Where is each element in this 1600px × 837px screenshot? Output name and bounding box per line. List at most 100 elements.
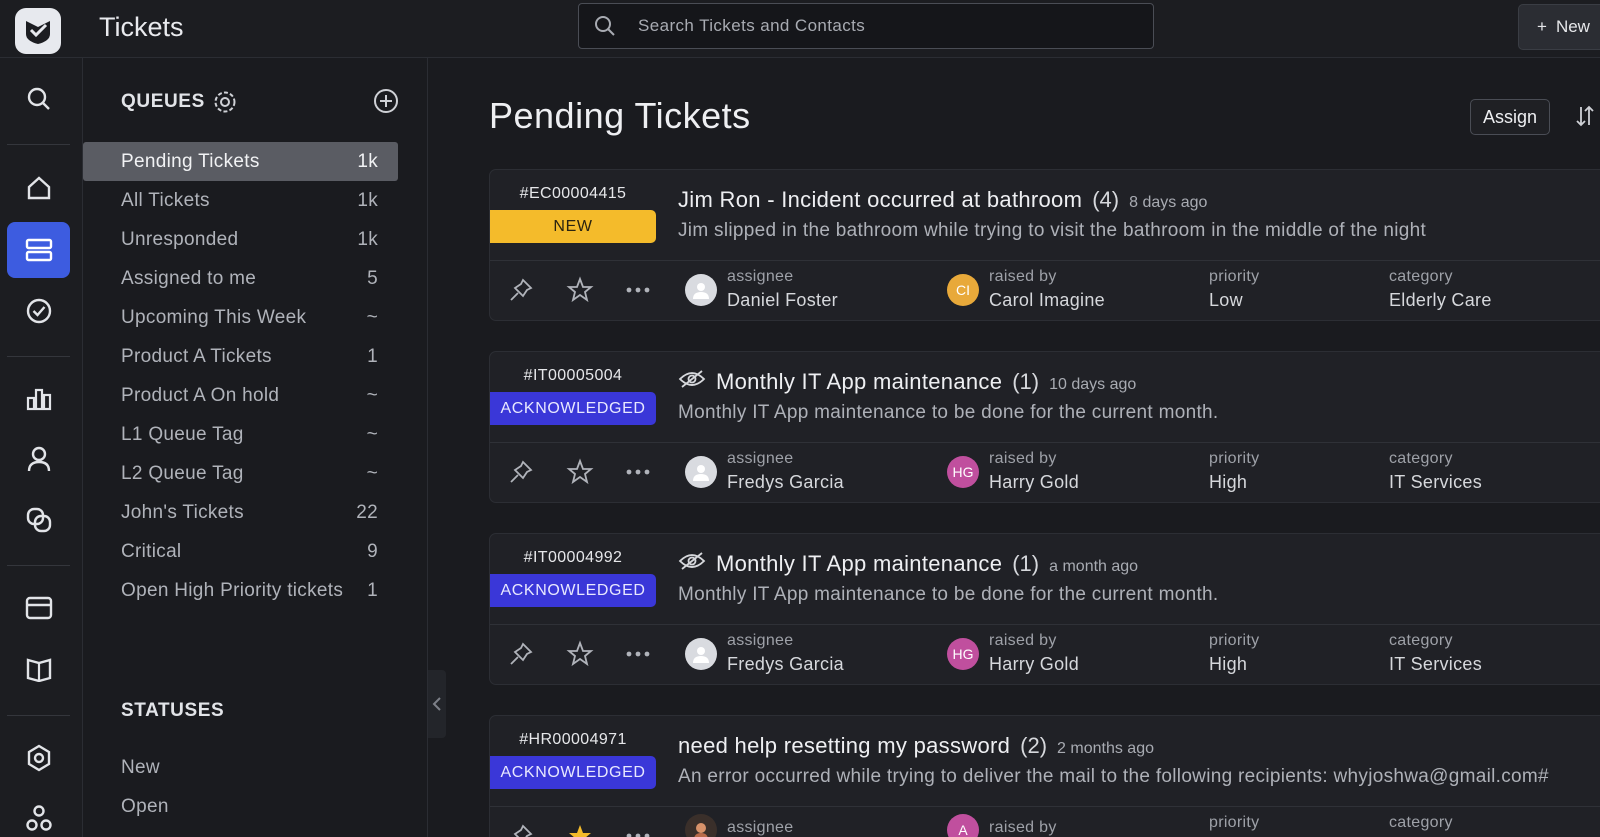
avatar: CI (947, 273, 979, 306)
new-button[interactable]: + New (1518, 4, 1600, 50)
ticket-title[interactable]: need help resetting my password (678, 733, 1010, 759)
pin-icon[interactable] (508, 823, 534, 837)
more-icon[interactable] (626, 286, 650, 294)
ticket-title-row: Monthly IT App maintenance (1) 10 days a… (678, 369, 1136, 395)
rail-reports[interactable] (7, 371, 70, 427)
queue-settings-icon[interactable] (213, 90, 237, 114)
queue-item-label: L1 Queue Tag (121, 423, 244, 445)
rail-window[interactable] (7, 580, 70, 636)
star-icon[interactable] (566, 458, 594, 486)
search-input[interactable] (616, 4, 1153, 48)
search-box[interactable] (578, 3, 1154, 49)
add-queue-icon[interactable] (373, 88, 399, 114)
raised-by-label: raised by (989, 819, 1057, 836)
queue-item-count: ~ (366, 462, 378, 484)
raised-by-field: HG raised by Harry Gold (947, 632, 1079, 675)
rail-knowledge[interactable] (7, 641, 70, 697)
sort-icon[interactable] (1576, 105, 1594, 127)
raised-by-name: Harry Gold (989, 472, 1080, 492)
rail-settings[interactable] (7, 730, 70, 786)
queue-item-count: 9 (367, 540, 378, 562)
apps-icon (25, 805, 52, 831)
queue-item-upcoming[interactable]: Upcoming This Week ~ (83, 298, 398, 337)
rail-apps[interactable] (7, 790, 70, 837)
rail-search[interactable] (7, 71, 70, 127)
category-label: category (1389, 268, 1453, 285)
status-item-new[interactable]: New (121, 757, 160, 779)
queue-item-count: ~ (366, 384, 378, 406)
rail-tasks[interactable] (7, 283, 70, 339)
ticket-card[interactable]: #EC00004415 NEW Jim Ron - Incident occur… (489, 169, 1600, 321)
card-divider (490, 442, 1600, 443)
ticket-title[interactable]: Monthly IT App maintenance (716, 551, 1002, 577)
more-icon[interactable] (626, 468, 650, 476)
queue-item-count: 1k (357, 189, 378, 211)
queue-item-label: L2 Queue Tag (121, 462, 244, 484)
priority-label: priority (1209, 814, 1260, 831)
star-icon[interactable] (566, 640, 594, 668)
ticket-title[interactable]: Monthly IT App maintenance (716, 369, 1002, 395)
queue-item-open-high[interactable]: Open High Priority tickets 1 (83, 571, 398, 610)
ticket-reply-count: (1) (1012, 551, 1040, 576)
category-label: category (1389, 450, 1453, 467)
queues-heading-label: QUEUES (121, 91, 205, 112)
queue-item-johns[interactable]: John's Tickets 22 (83, 493, 398, 532)
rail-divider (7, 715, 70, 716)
queue-item-count: ~ (366, 306, 378, 328)
queue-item-product-a[interactable]: Product A Tickets 1 (83, 337, 398, 376)
assign-button[interactable]: Assign (1470, 99, 1550, 135)
priority-label: priority (1209, 450, 1260, 467)
ticket-reply-count: (4) (1092, 187, 1120, 212)
queue-item-unresponded[interactable]: Unresponded 1k (83, 220, 398, 259)
ticket-description: An error occurred while trying to delive… (678, 766, 1549, 787)
pin-icon[interactable] (508, 459, 534, 485)
queue-item-count: 1 (367, 345, 378, 367)
rail-divider (7, 144, 70, 145)
star-filled-icon[interactable] (566, 822, 594, 837)
ticket-description: Monthly IT App maintenance to be done fo… (678, 584, 1219, 605)
user-icon (693, 464, 709, 481)
ticket-card[interactable]: #HR00004971 ACKNOWLEDGED need help reset… (489, 715, 1600, 837)
queue-item-count: 22 (356, 501, 378, 523)
rail-contacts[interactable] (7, 431, 70, 487)
queue-item-l1[interactable]: L1 Queue Tag ~ (83, 415, 398, 454)
rail-home[interactable] (7, 160, 70, 216)
more-icon[interactable] (626, 650, 650, 658)
card-divider (490, 260, 1600, 261)
card-divider (490, 806, 1600, 807)
ticket-title-row: Jim Ron - Incident occurred at bathroom … (678, 187, 1207, 213)
gear-icon (27, 744, 50, 772)
user-icon (693, 282, 709, 299)
queue-item-product-a-hold[interactable]: Product A On hold ~ (83, 376, 398, 415)
assignee-name: Fredys Garcia (727, 472, 844, 492)
pin-icon[interactable] (508, 277, 534, 303)
avatar: A (947, 814, 979, 837)
queue-item-all[interactable]: All Tickets 1k (83, 181, 398, 220)
ticket-title[interactable]: Jim Ron - Incident occurred at bathroom (678, 187, 1082, 213)
plus-icon: + (1537, 17, 1547, 36)
rail-chat[interactable] (7, 492, 70, 548)
ticket-card[interactable]: #IT00005004 ACKNOWLEDGED Monthly IT App … (489, 351, 1600, 503)
queue-item-label: Pending Tickets (121, 150, 260, 172)
pin-icon[interactable] (508, 641, 534, 667)
collapse-panel-handle[interactable] (428, 670, 446, 738)
app-logo[interactable] (15, 8, 61, 54)
eye-off-icon (678, 552, 706, 570)
more-icon[interactable] (626, 832, 650, 837)
rail-tickets[interactable] (7, 222, 70, 278)
status-item-open[interactable]: Open (121, 796, 169, 818)
star-icon[interactable] (566, 276, 594, 304)
queue-item-l2[interactable]: L2 Queue Tag ~ (83, 454, 398, 493)
window-icon (25, 596, 52, 620)
queue-item-assigned[interactable]: Assigned to me 5 (83, 259, 398, 298)
ticket-id: #IT00004992 (523, 549, 623, 566)
assignee-label: assignee (727, 268, 794, 285)
ticket-actions (508, 276, 650, 304)
priority-field: priority (1209, 814, 1259, 836)
ticket-reply-count: (2) (1020, 733, 1048, 758)
queue-item-pending[interactable]: Pending Tickets 1k (83, 142, 398, 181)
ticket-card[interactable]: #IT00004992 ACKNOWLEDGED Monthly IT App … (489, 533, 1600, 685)
raised-by-label: raised by (989, 450, 1057, 467)
assignee-label: assignee (727, 450, 794, 467)
queue-item-critical[interactable]: Critical 9 (83, 532, 398, 571)
